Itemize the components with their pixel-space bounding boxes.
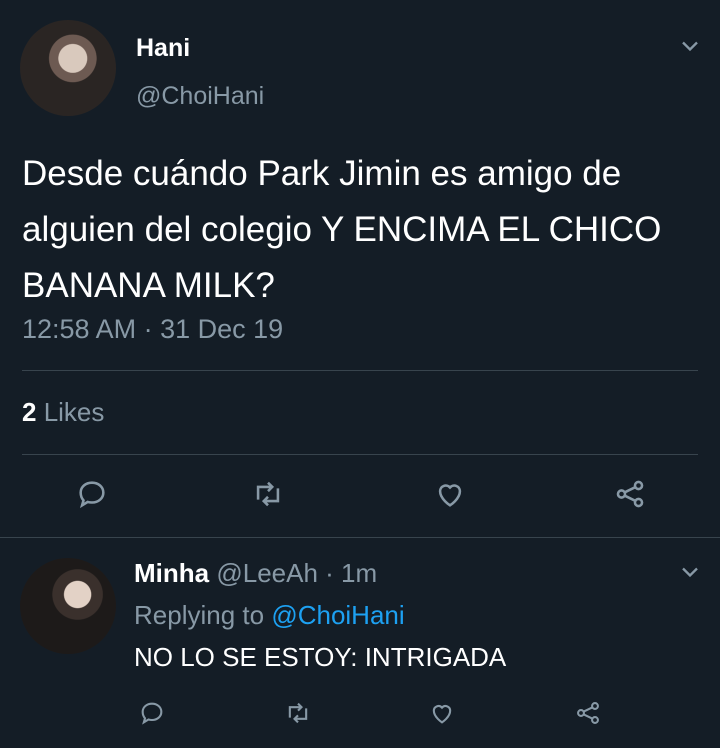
reply-author-handle[interactable]: @LeeAh [216,558,318,588]
reply-separator: · [317,558,342,588]
reply-reply-button[interactable] [132,693,172,733]
tweet-menu-chevron-down-icon[interactable] [676,32,704,60]
replying-to: Replying to @ChoiHani [134,600,405,631]
share-button[interactable] [610,474,650,514]
likes-number: 2 [22,397,37,427]
like-icon [438,484,462,507]
likes-label: Likes [36,397,105,427]
reply-share-button[interactable] [568,693,608,733]
tweet-text: Desde cuándo Park Jimin es amigo de algu… [22,154,662,305]
share-icon [577,702,599,724]
divider [22,454,698,455]
reply-like-button[interactable] [422,693,462,733]
replying-prefix: Replying to [134,600,272,630]
reply-icon [141,702,163,725]
reply-author-avatar[interactable] [20,558,116,654]
retweet-icon [256,481,280,507]
reply-author-name[interactable]: Minha [134,558,209,588]
reply-header: Minha @LeeAh · 1m [134,558,377,589]
replying-mention[interactable]: @ChoiHani [271,600,404,630]
reply-retweet-button[interactable] [278,693,318,733]
author-handle[interactable]: @ChoiHani [136,82,264,111]
share-icon [616,480,644,508]
tweet-timestamp[interactable]: 12:58 AM · 31 Dec 19 [22,314,283,345]
retweet-icon [288,702,308,724]
author-name[interactable]: Hani [136,34,190,63]
section-divider [0,537,720,538]
likes-count[interactable]: 2 Likes [22,397,104,428]
reply-text: NO LO SE ESTOY: INTRIGADA [134,642,507,672]
like-button[interactable] [430,474,470,514]
reply-time: 1m [341,558,378,588]
like-icon [432,705,452,724]
author-avatar[interactable] [20,20,116,116]
reply-button[interactable] [72,474,112,514]
reply-menu-chevron-down-icon[interactable] [676,558,704,586]
retweet-button[interactable] [248,474,288,514]
divider [22,370,698,371]
reply-icon [79,481,105,509]
